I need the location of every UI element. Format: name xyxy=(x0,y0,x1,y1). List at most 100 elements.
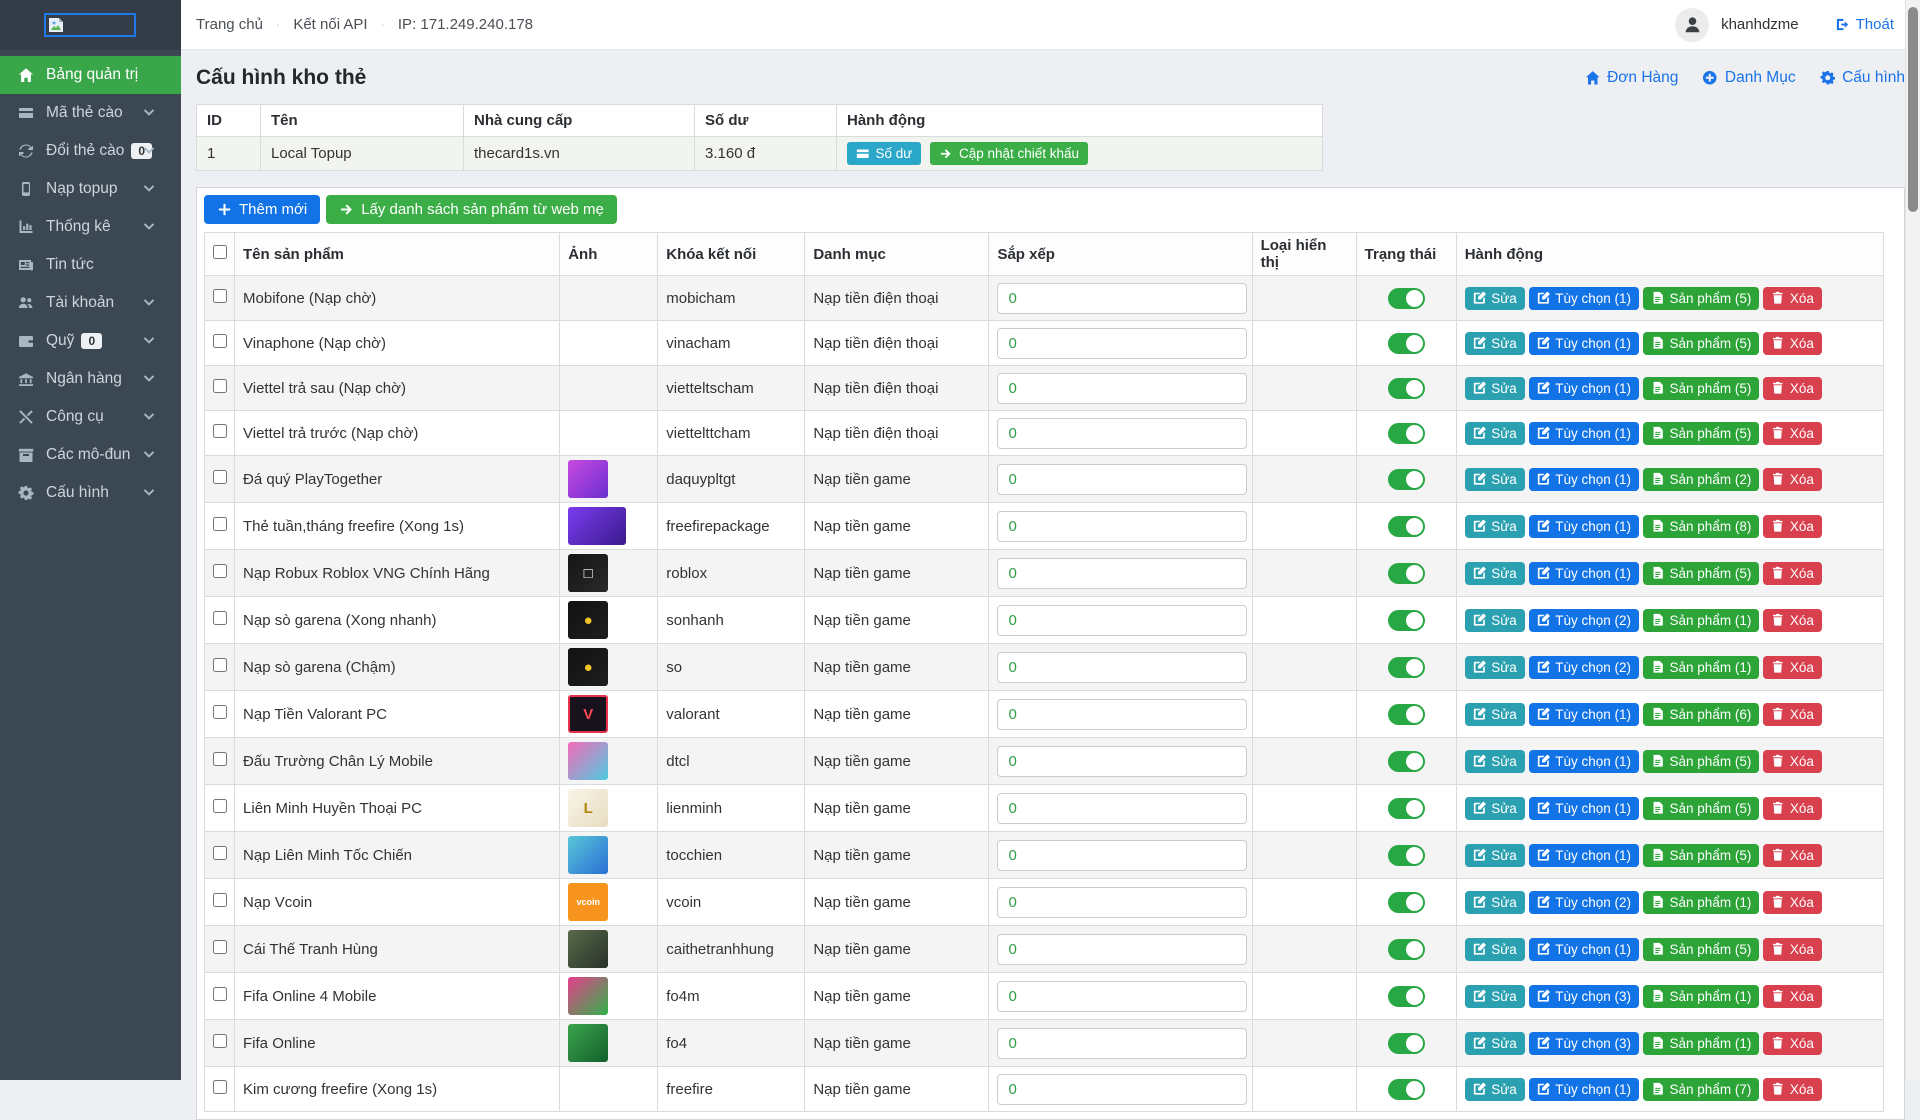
products-button[interactable]: Sản phẩm (6) xyxy=(1643,703,1759,726)
update-discount-button[interactable]: Cập nhật chiết khấu xyxy=(930,142,1088,165)
delete-button[interactable]: Xóa xyxy=(1763,703,1822,726)
row-select-checkbox[interactable] xyxy=(213,658,227,672)
status-toggle[interactable] xyxy=(1388,704,1425,725)
edit-button[interactable]: Sửa xyxy=(1465,1032,1525,1055)
edit-button[interactable]: Sửa xyxy=(1465,844,1525,867)
row-select-checkbox[interactable] xyxy=(213,846,227,860)
sidebar-item-card-exchange[interactable]: Đổi thẻ cào0 xyxy=(0,132,181,170)
sort-input[interactable] xyxy=(997,652,1247,683)
sort-input[interactable] xyxy=(997,605,1247,636)
edit-button[interactable]: Sửa xyxy=(1465,287,1525,310)
products-button[interactable]: Sản phẩm (7) xyxy=(1643,1078,1759,1101)
page-scrollbar[interactable] xyxy=(1905,0,1920,1080)
orders-link[interactable]: Đơn Hàng xyxy=(1585,69,1679,87)
sidebar-item-news[interactable]: Tin tức xyxy=(0,246,181,284)
status-toggle[interactable] xyxy=(1388,1033,1425,1054)
options-button[interactable]: Tùy chọn (2) xyxy=(1529,656,1639,679)
options-button[interactable]: Tùy chọn (1) xyxy=(1529,703,1639,726)
sidebar-item-accounts[interactable]: Tài khoản xyxy=(0,284,181,322)
sidebar-item-dashboard[interactable]: Bảng quản trị xyxy=(0,56,181,94)
delete-button[interactable]: Xóa xyxy=(1763,938,1822,961)
row-select-checkbox[interactable] xyxy=(213,893,227,907)
options-button[interactable]: Tùy chọn (1) xyxy=(1529,468,1639,491)
products-button[interactable]: Sản phẩm (1) xyxy=(1643,985,1759,1008)
row-select-checkbox[interactable] xyxy=(213,289,227,303)
options-button[interactable]: Tùy chọn (3) xyxy=(1529,1032,1639,1055)
products-button[interactable]: Sản phẩm (1) xyxy=(1643,1032,1759,1055)
sort-input[interactable] xyxy=(997,1074,1247,1105)
select-all-checkbox[interactable] xyxy=(213,245,227,259)
products-button[interactable]: Sản phẩm (5) xyxy=(1643,562,1759,585)
status-toggle[interactable] xyxy=(1388,1079,1425,1100)
status-toggle[interactable] xyxy=(1388,892,1425,913)
products-button[interactable]: Sản phẩm (1) xyxy=(1643,656,1759,679)
sort-input[interactable] xyxy=(997,418,1247,449)
logo[interactable] xyxy=(44,13,136,37)
options-button[interactable]: Tùy chọn (1) xyxy=(1529,750,1639,773)
delete-button[interactable]: Xóa xyxy=(1763,1032,1822,1055)
edit-button[interactable]: Sửa xyxy=(1465,468,1525,491)
options-button[interactable]: Tùy chọn (2) xyxy=(1529,891,1639,914)
edit-button[interactable]: Sửa xyxy=(1465,656,1525,679)
row-select-checkbox[interactable] xyxy=(213,1034,227,1048)
products-button[interactable]: Sản phẩm (8) xyxy=(1643,515,1759,538)
delete-button[interactable]: Xóa xyxy=(1763,377,1822,400)
delete-button[interactable]: Xóa xyxy=(1763,985,1822,1008)
delete-button[interactable]: Xóa xyxy=(1763,422,1822,445)
status-toggle[interactable] xyxy=(1388,845,1425,866)
row-select-checkbox[interactable] xyxy=(213,379,227,393)
products-button[interactable]: Sản phẩm (5) xyxy=(1643,844,1759,867)
row-select-checkbox[interactable] xyxy=(213,799,227,813)
status-toggle[interactable] xyxy=(1388,939,1425,960)
edit-button[interactable]: Sửa xyxy=(1465,938,1525,961)
categories-link[interactable]: Danh Mục xyxy=(1702,69,1795,87)
sort-input[interactable] xyxy=(997,373,1247,404)
sort-input[interactable] xyxy=(997,746,1247,777)
status-toggle[interactable] xyxy=(1388,288,1425,309)
row-select-checkbox[interactable] xyxy=(213,517,227,531)
edit-button[interactable]: Sửa xyxy=(1465,422,1525,445)
breadcrumb-item[interactable]: Kết nối API xyxy=(293,16,367,33)
sort-input[interactable] xyxy=(997,793,1247,824)
options-button[interactable]: Tùy chọn (1) xyxy=(1529,332,1639,355)
sidebar-item-tools[interactable]: Công cụ xyxy=(0,398,181,436)
balance-button[interactable]: Số dư xyxy=(847,142,921,165)
row-select-checkbox[interactable] xyxy=(213,470,227,484)
row-select-checkbox[interactable] xyxy=(213,564,227,578)
delete-button[interactable]: Xóa xyxy=(1763,562,1822,585)
products-button[interactable]: Sản phẩm (2) xyxy=(1643,468,1759,491)
edit-button[interactable]: Sửa xyxy=(1465,703,1525,726)
sort-input[interactable] xyxy=(997,1028,1247,1059)
delete-button[interactable]: Xóa xyxy=(1763,609,1822,632)
delete-button[interactable]: Xóa xyxy=(1763,515,1822,538)
sort-input[interactable] xyxy=(997,283,1247,314)
sort-input[interactable] xyxy=(997,840,1247,871)
edit-button[interactable]: Sửa xyxy=(1465,891,1525,914)
options-button[interactable]: Tùy chọn (1) xyxy=(1529,562,1639,585)
scrollbar-thumb[interactable] xyxy=(1908,7,1918,212)
products-button[interactable]: Sản phẩm (5) xyxy=(1643,750,1759,773)
options-button[interactable]: Tùy chọn (1) xyxy=(1529,797,1639,820)
options-button[interactable]: Tùy chọn (1) xyxy=(1529,844,1639,867)
sidebar-item-banks[interactable]: Ngân hàng xyxy=(0,360,181,398)
delete-button[interactable]: Xóa xyxy=(1763,468,1822,491)
status-toggle[interactable] xyxy=(1388,469,1425,490)
edit-button[interactable]: Sửa xyxy=(1465,515,1525,538)
delete-button[interactable]: Xóa xyxy=(1763,1078,1822,1101)
add-new-button[interactable]: Thêm mới xyxy=(204,195,320,224)
row-select-checkbox[interactable] xyxy=(213,424,227,438)
delete-button[interactable]: Xóa xyxy=(1763,287,1822,310)
delete-button[interactable]: Xóa xyxy=(1763,891,1822,914)
products-button[interactable]: Sản phẩm (5) xyxy=(1643,938,1759,961)
status-toggle[interactable] xyxy=(1388,516,1425,537)
sort-input[interactable] xyxy=(997,558,1247,589)
edit-button[interactable]: Sửa xyxy=(1465,332,1525,355)
status-toggle[interactable] xyxy=(1388,423,1425,444)
products-button[interactable]: Sản phẩm (1) xyxy=(1643,891,1759,914)
fetch-products-button[interactable]: Lấy danh sách sản phẩm từ web mẹ xyxy=(326,195,617,224)
status-toggle[interactable] xyxy=(1388,610,1425,631)
status-toggle[interactable] xyxy=(1388,751,1425,772)
sidebar-item-modules[interactable]: Các mô-đun xyxy=(0,436,181,474)
delete-button[interactable]: Xóa xyxy=(1763,656,1822,679)
delete-button[interactable]: Xóa xyxy=(1763,797,1822,820)
